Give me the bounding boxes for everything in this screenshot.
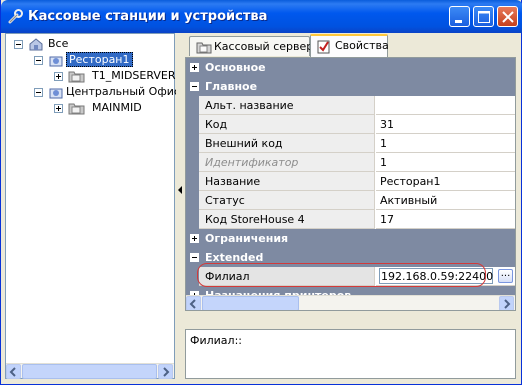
scroll-left-button[interactable]	[186, 296, 201, 310]
description-text: Филиал::	[190, 334, 242, 347]
collapse-icon[interactable]	[34, 88, 43, 97]
ellipsis-button[interactable]: ...	[498, 269, 513, 283]
expand-icon[interactable]	[54, 72, 63, 81]
tree-panel[interactable]: Все Ресторан1 T1_MIDSERVER Центральный О…	[5, 33, 180, 379]
arrow-left-icon	[9, 367, 16, 377]
minimize-icon	[455, 20, 462, 23]
tree-item-all[interactable]: Все	[8, 36, 168, 52]
panel-splitter[interactable]	[176, 33, 184, 379]
expand-icon[interactable]	[54, 104, 63, 113]
root-store-icon	[29, 38, 43, 51]
scroll-thumb[interactable]	[202, 296, 299, 310]
collapse-arrow-icon[interactable]	[177, 185, 183, 195]
tab-strip: Кассовый сервер Свойства	[185, 34, 521, 57]
property-row-code[interactable]: Код 31	[186, 115, 515, 134]
expand-icon[interactable]	[190, 63, 199, 72]
property-row-status[interactable]: Статус Активный	[186, 191, 515, 210]
property-name: Альт. название	[199, 96, 375, 115]
maximize-icon	[478, 11, 490, 23]
property-value[interactable]: 1	[376, 134, 515, 153]
property-value: 1	[376, 153, 515, 172]
tab-label: Кассовый сервер	[214, 40, 314, 53]
scroll-left-button[interactable]	[6, 364, 21, 379]
tab-label: Свойства	[335, 39, 389, 52]
property-name: Код	[199, 115, 375, 134]
property-row-name[interactable]: Название Ресторан1	[186, 172, 515, 191]
property-row-external-code[interactable]: Внешний код 1	[186, 134, 515, 153]
scroll-right-button[interactable]	[499, 296, 514, 310]
maximize-button[interactable]	[473, 6, 494, 27]
properties-icon	[317, 40, 330, 54]
title-bar[interactable]: Кассовые станции и устройства	[1, 0, 522, 33]
property-name: Название	[199, 172, 375, 191]
tree-item-label: MAINMID	[92, 101, 142, 114]
property-row-identifier[interactable]: Идентификатор 1	[186, 153, 515, 172]
category-main[interactable]: Главное	[186, 77, 515, 96]
property-name: Статус	[199, 191, 375, 210]
highlight-outline	[197, 263, 486, 287]
tree-item-t1-midserver[interactable]: T1_MIDSERVER	[8, 68, 176, 84]
expand-icon[interactable]	[190, 234, 199, 243]
folder-server-icon	[68, 103, 85, 115]
restaurant-icon	[49, 56, 63, 67]
tree-horizontal-scrollbar[interactable]	[6, 363, 174, 379]
tree-item-label: Центральный Офис	[66, 85, 180, 98]
close-icon	[502, 11, 514, 23]
office-icon	[49, 88, 63, 99]
main-window: Кассовые станции и устройства Все Рестор…	[0, 0, 522, 385]
collapse-icon[interactable]	[190, 82, 199, 91]
property-name: Внешний код	[199, 134, 375, 153]
property-value[interactable]	[376, 96, 515, 115]
wrench-icon	[8, 9, 23, 24]
arrow-right-icon	[504, 299, 511, 309]
scroll-thumb[interactable]	[22, 364, 157, 379]
collapse-icon[interactable]	[14, 40, 23, 49]
folder-server-icon	[68, 71, 85, 83]
tree-item-mainmid[interactable]: MAINMID	[8, 100, 168, 116]
property-row-storehouse-code[interactable]: Код StoreHouse 4 17	[186, 210, 515, 229]
tree-item-label: T1_MIDSERVER	[92, 69, 176, 82]
category-limits[interactable]: Ограничения	[186, 229, 515, 248]
property-name: Идентификатор	[199, 153, 375, 172]
tab-properties[interactable]: Свойства	[310, 34, 389, 57]
property-value[interactable]: Ресторан1	[376, 172, 515, 191]
tree-item-label: Ресторан1	[66, 52, 133, 67]
property-value[interactable]: Активный	[376, 191, 515, 210]
close-button[interactable]	[497, 6, 518, 27]
description-panel: Филиал::	[185, 329, 516, 379]
tree-item-label: Все	[48, 37, 69, 50]
property-value[interactable]: 31	[376, 115, 515, 134]
category-basic[interactable]: Основное	[186, 58, 515, 77]
tree-item-central-office[interactable]: Центральный Офис	[8, 84, 180, 100]
collapse-icon[interactable]	[190, 253, 199, 262]
folder-icon	[196, 42, 212, 54]
arrow-right-icon	[163, 367, 170, 377]
window-title: Кассовые станции и устройства	[28, 9, 268, 24]
collapse-icon[interactable]	[34, 56, 43, 65]
property-name: Код StoreHouse 4	[199, 210, 375, 229]
minimize-button[interactable]	[449, 6, 470, 27]
scroll-right-button[interactable]	[158, 364, 173, 379]
property-row-alt-name[interactable]: Альт. название	[186, 96, 515, 115]
tab-cash-server[interactable]: Кассовый сервер	[189, 36, 314, 56]
arrow-left-icon	[189, 299, 196, 309]
tree-item-restaurant1[interactable]: Ресторан1	[8, 52, 168, 68]
property-value[interactable]: 17	[376, 210, 515, 229]
grid-horizontal-scrollbar[interactable]	[186, 295, 515, 310]
